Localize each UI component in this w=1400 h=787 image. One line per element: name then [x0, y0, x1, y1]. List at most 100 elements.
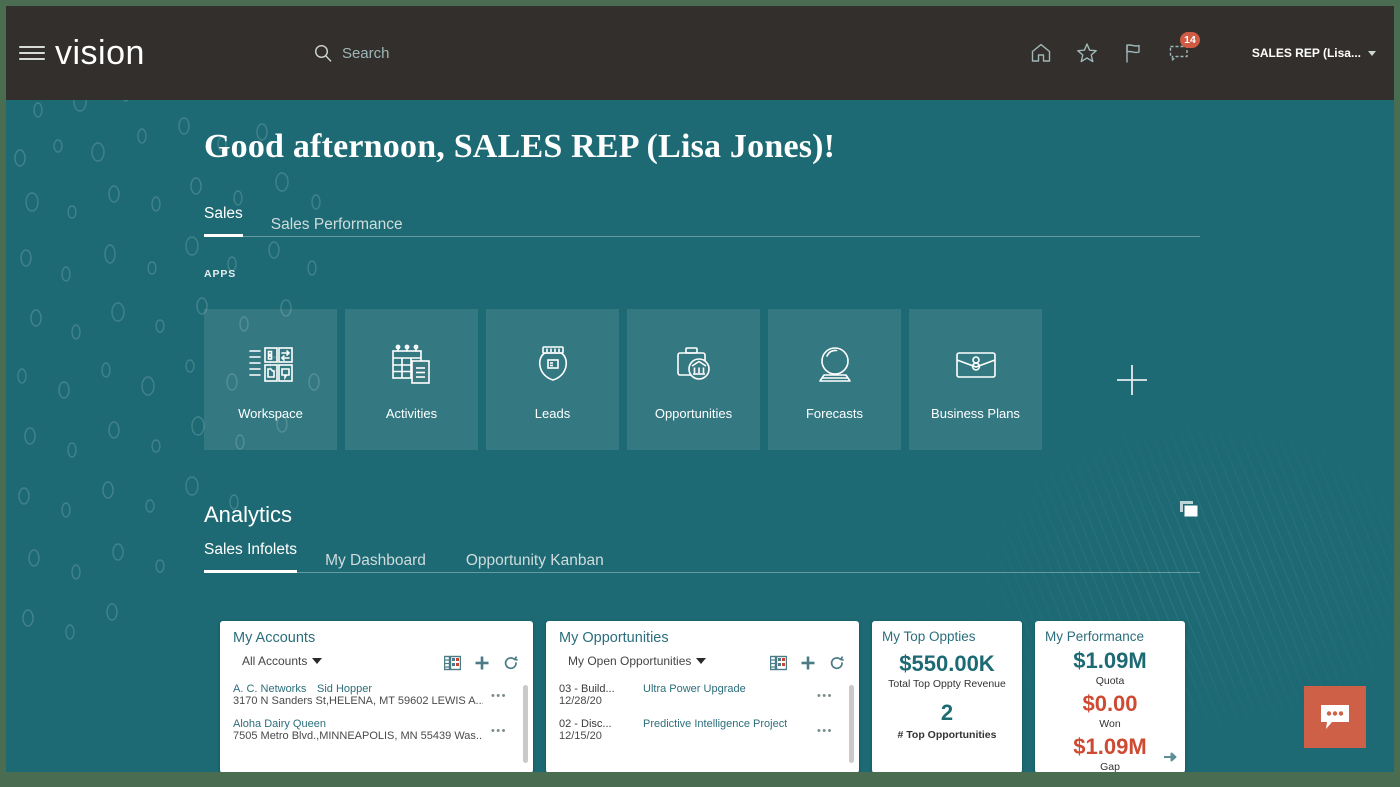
row-overflow-menu-icon[interactable]: ••• — [491, 725, 507, 737]
app-tile-business-plans[interactable]: Business Plans — [909, 309, 1042, 450]
table-view-icon[interactable] — [770, 655, 787, 671]
stacked-cards-icon[interactable] — [1174, 496, 1204, 526]
notifications-icon[interactable]: 14 — [1156, 30, 1202, 76]
crystal-ball-icon — [813, 339, 857, 391]
row-overflow-menu-icon[interactable]: ••• — [817, 690, 833, 702]
page-content: Good afternoon, SALES REP (Lisa Jones)! … — [6, 100, 1394, 772]
quota-label: Quota — [1095, 675, 1125, 687]
opportunity-name: Ultra Power Upgrade — [643, 683, 746, 695]
top-oppty-revenue-label: Total Top Oppty Revenue — [888, 678, 1006, 690]
apps-section-label: APPS — [204, 268, 237, 280]
infolet-cards: My Accounts All Accounts A. C. Networks … — [220, 621, 1198, 772]
leads-icon — [533, 339, 573, 391]
home-icon[interactable] — [1018, 30, 1064, 76]
account-contact: Sid Hopper — [317, 683, 373, 695]
app-tile-label: Forecasts — [805, 405, 864, 421]
search-input[interactable]: Search — [313, 43, 390, 63]
user-menu-label: SALES REP (Lisa... — [1251, 46, 1361, 60]
list-item[interactable]: 03 - Build... Ultra Power Upgrade 12/28/… — [559, 683, 845, 707]
chat-button[interactable] — [1304, 686, 1366, 748]
opportunity-stage: 02 - Disc... — [559, 718, 612, 730]
card-actions — [444, 655, 519, 671]
accounts-filter-label: All Accounts — [242, 654, 308, 668]
app-tile-forecasts[interactable]: Forecasts — [768, 309, 901, 450]
star-icon[interactable] — [1064, 30, 1110, 76]
app-tile-activities[interactable]: Activities — [345, 309, 478, 450]
hamburger-menu-icon[interactable] — [19, 40, 45, 66]
account-address: 7505 Metro Blvd.,MINNEAPOLIS, MN 55439 W… — [233, 730, 483, 742]
top-oppty-count-label: # Top Opportunities — [897, 729, 997, 741]
flag-icon-glyph — [1126, 44, 1140, 63]
flag-icon[interactable] — [1110, 30, 1156, 76]
workspace-icon — [248, 339, 294, 391]
tab-sales[interactable]: Sales — [204, 205, 243, 237]
chevron-down-icon — [1368, 50, 1376, 56]
opportunity-stage: 03 - Build... — [559, 683, 615, 695]
top-oppty-count-value: 2 — [940, 700, 954, 725]
app-tile-label: Leads — [534, 405, 571, 421]
chat-bubble-icon — [1321, 705, 1349, 729]
plus-icon — [801, 656, 815, 670]
scrollbar[interactable] — [849, 685, 854, 763]
list-item[interactable]: A. C. Networks Sid Hopper 3170 N Sanders… — [233, 683, 519, 707]
briefcase-icon — [672, 339, 716, 391]
card-title: My Accounts — [233, 630, 316, 646]
won-label: Won — [1099, 718, 1121, 730]
account-name: A. C. Networks — [233, 683, 307, 695]
list-item[interactable]: 02 - Disc... Predictive Intelligence Pro… — [559, 718, 845, 742]
scrollbar[interactable] — [523, 685, 528, 763]
card-my-opportunities: My Opportunities My Open Opportunities 0… — [546, 621, 859, 772]
app-tile-workspace[interactable]: Workspace — [204, 309, 337, 450]
primary-tabs: Sales Sales Performance — [204, 204, 1200, 237]
table-view-icon[interactable] — [444, 655, 461, 671]
tab-sales-infolets[interactable]: Sales Infolets — [204, 541, 298, 573]
analytics-section-title: Analytics — [204, 502, 293, 527]
add-account-icon[interactable] — [474, 655, 490, 671]
plus-icon — [475, 656, 489, 670]
search-label: Search — [341, 44, 390, 62]
app-tile-label: Opportunities — [654, 405, 733, 421]
calendar-icon — [389, 339, 435, 391]
notification-badge: 14 — [1180, 32, 1200, 48]
top-navigation-bar: vision Search 14 SALES REP (Lisa... — [6, 6, 1394, 100]
opportunity-date: 12/15/20 — [559, 730, 602, 742]
tab-my-dashboard[interactable]: My Dashboard — [313, 552, 438, 573]
app-tile-opportunities[interactable]: Opportunities — [627, 309, 760, 450]
account-name: Aloha Dairy Queen — [233, 718, 326, 730]
plus-icon — [1117, 364, 1147, 395]
refresh-icon[interactable] — [829, 655, 845, 671]
chevron-down-icon — [312, 658, 323, 664]
row-overflow-menu-icon[interactable]: ••• — [491, 690, 507, 702]
card-title: My Top Oppties — [882, 629, 976, 644]
card-title: My Opportunities — [559, 630, 669, 646]
row-overflow-menu-icon[interactable]: ••• — [817, 725, 833, 737]
chevron-down-icon — [696, 658, 707, 664]
home-icon-glyph — [1031, 43, 1051, 62]
app-logo[interactable]: vision — [55, 34, 145, 73]
app-tile-leads[interactable]: Leads — [486, 309, 619, 450]
user-menu[interactable]: SALES REP (Lisa... — [1252, 46, 1376, 60]
add-opportunity-icon[interactable] — [800, 655, 816, 671]
card-title: My Performance — [1045, 629, 1145, 644]
search-icon — [314, 44, 332, 62]
apps-grid: Workspace Activities Leads Opportunities… — [204, 309, 1154, 450]
list-item[interactable]: Aloha Dairy Queen 7505 Metro Blvd.,MINNE… — [233, 718, 519, 742]
tab-opportunity-kanban[interactable]: Opportunity Kanban — [454, 552, 616, 573]
arrow-right-icon[interactable] — [1163, 750, 1179, 769]
opportunities-list: 03 - Build... Ultra Power Upgrade 12/28/… — [546, 683, 859, 772]
quota-value: $1.09M — [1073, 648, 1147, 673]
tab-sales-performance[interactable]: Sales Performance — [259, 216, 415, 237]
accounts-list: A. C. Networks Sid Hopper 3170 N Sanders… — [220, 683, 533, 772]
page-title: Good afternoon, SALES REP (Lisa Jones)! — [204, 128, 836, 165]
won-value: $0.00 — [1082, 691, 1138, 716]
app-tile-label: Activities — [385, 405, 438, 421]
card-actions — [770, 655, 845, 671]
star-icon-glyph — [1076, 43, 1097, 63]
card-my-accounts: My Accounts All Accounts A. C. Networks … — [220, 621, 533, 772]
add-app-button[interactable] — [1110, 358, 1154, 402]
card-my-top-oppties[interactable]: My Top Oppties $550.00K Total Top Oppty … — [872, 621, 1022, 772]
app-tile-label: Business Plans — [931, 405, 1020, 421]
card-my-performance[interactable]: My Performance $1.09M Quota $0.00 Won $1… — [1035, 621, 1185, 772]
portfolio-icon — [953, 339, 999, 391]
refresh-icon[interactable] — [503, 655, 519, 671]
